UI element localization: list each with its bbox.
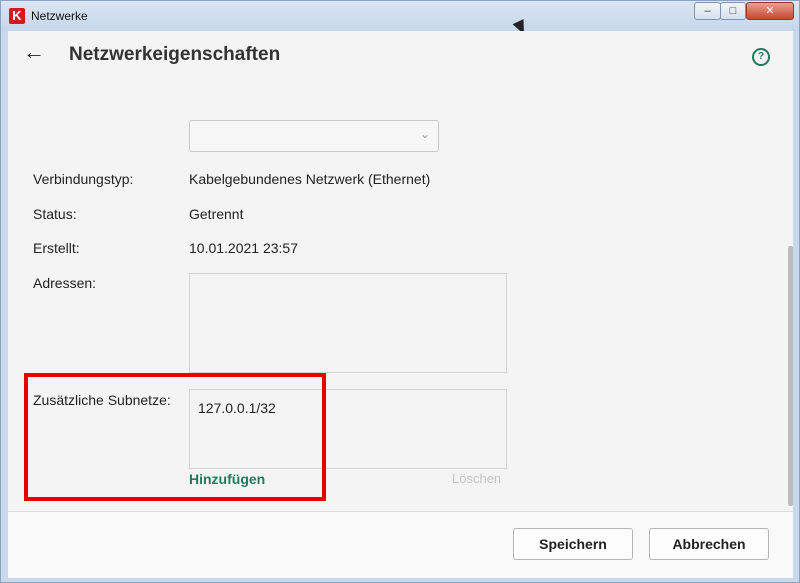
created-value: 10.01.2021 23:57	[189, 240, 298, 256]
back-arrow-icon[interactable]: ←	[23, 41, 45, 63]
window: K Netzwerke – □ ✕ ← Netzwerkeigenschafte…	[0, 0, 800, 583]
kaspersky-icon: K	[9, 8, 25, 24]
status-label: Status:	[33, 206, 77, 222]
window-title: Netzwerke	[31, 9, 88, 23]
dialog-content: ← Netzwerkeigenschaften ? ⌄ Verbindungst…	[8, 31, 793, 578]
connection-type-value: Kabelgebundenes Netzwerk (Ethernet)	[189, 171, 431, 187]
network-select[interactable]: ⌄	[189, 120, 439, 152]
connection-type-label: Verbindungstyp:	[33, 171, 134, 187]
maximize-button[interactable]: □	[720, 2, 746, 20]
help-icon[interactable]: ?	[752, 48, 770, 66]
status-value: Getrennt	[189, 206, 244, 222]
addresses-label: Adressen:	[33, 275, 97, 291]
save-button[interactable]: Speichern	[513, 528, 633, 560]
scrollbar-thumb[interactable]	[788, 246, 793, 506]
title-bar[interactable]: K Netzwerke – □ ✕	[1, 1, 799, 31]
minimize-button[interactable]: –	[694, 2, 721, 20]
page-title: Netzwerkeigenschaften	[69, 44, 281, 65]
delete-subnet-button[interactable]: Löschen	[452, 471, 501, 486]
chevron-down-icon: ⌄	[419, 127, 430, 141]
created-label: Erstellt:	[33, 240, 80, 256]
close-button[interactable]: ✕	[746, 2, 794, 20]
highlight-frame	[24, 373, 326, 501]
dialog-footer: Speichern Abbrechen	[8, 511, 793, 578]
addresses-field[interactable]	[189, 273, 507, 373]
cancel-button[interactable]: Abbrechen	[649, 528, 769, 560]
